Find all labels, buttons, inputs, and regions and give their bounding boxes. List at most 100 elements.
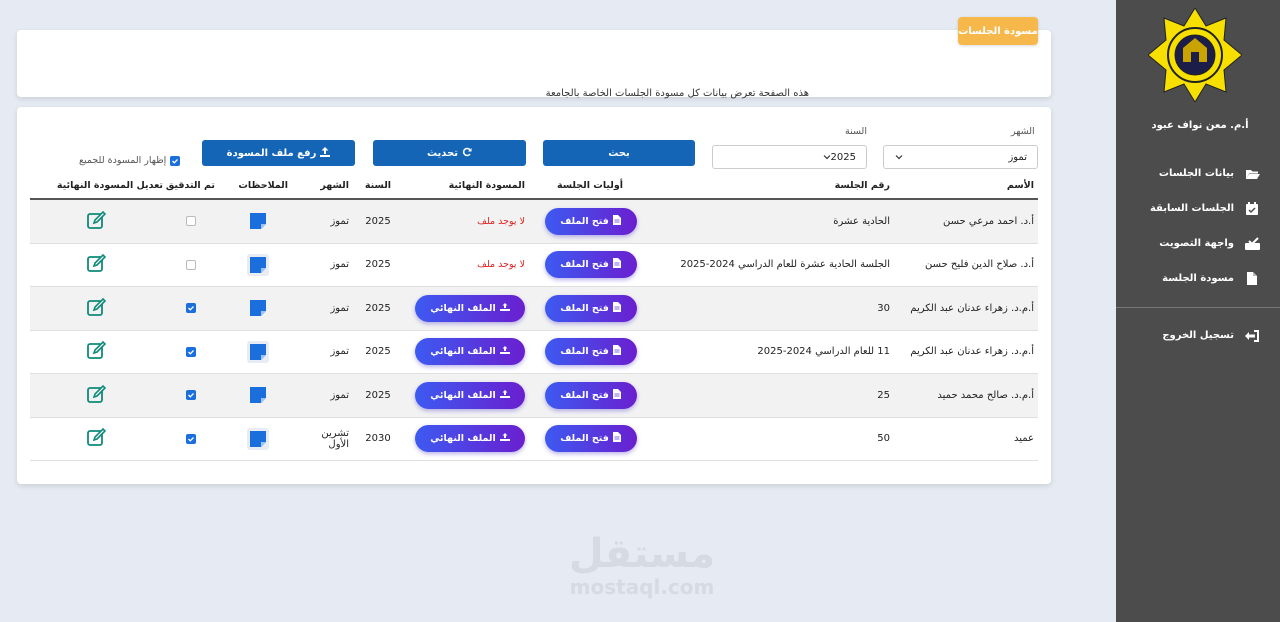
final-file-button[interactable]: الملف النهائي	[415, 294, 525, 322]
open-file-button[interactable]: فتح الملف	[544, 425, 637, 453]
page-title-badge: مسودة الجلسات	[958, 17, 1038, 45]
cell-prelims: فتح الملف	[528, 207, 653, 235]
open-file-button[interactable]: فتح الملف	[544, 207, 637, 235]
cell-edit-final	[30, 253, 163, 276]
drafts-card: الشهر السنة تموز 2025 بحث تحديث رفع ملف …	[17, 107, 1051, 484]
open-file-label: فتح الملف	[560, 302, 609, 314]
file-icon	[1244, 272, 1260, 286]
note-icon[interactable]	[247, 297, 269, 319]
refresh-icon	[462, 147, 472, 160]
document-icon	[612, 258, 621, 271]
note-icon[interactable]	[247, 210, 269, 232]
edit-icon[interactable]	[86, 427, 107, 450]
verified-checkbox[interactable]	[185, 433, 196, 444]
cell-year: 2025	[365, 346, 391, 358]
cell-name: أ.د. احمد مرعي حسن	[942, 215, 1034, 227]
cell-year: 2025	[365, 389, 391, 401]
logout-label: تسجيل الخروج	[1162, 330, 1234, 341]
edit-icon[interactable]	[86, 297, 107, 320]
cell-verified	[163, 303, 218, 314]
year-select[interactable]: 2025	[712, 145, 867, 169]
final-file-button[interactable]: الملف النهائي	[415, 381, 525, 409]
open-file-label: فتح الملف	[560, 389, 609, 401]
final-file-button[interactable]: الملف النهائي	[415, 338, 525, 366]
chevron-down-icon	[894, 152, 904, 162]
edit-icon[interactable]	[86, 210, 107, 233]
upload-button-label: رفع ملف المسودة	[226, 147, 317, 159]
watermark: مستقل mostaql.com	[562, 532, 722, 598]
year-label: السنة	[845, 126, 867, 137]
cell-name: عميد	[1013, 433, 1034, 445]
sidebar-divider	[1116, 307, 1280, 308]
month-select[interactable]: تموز	[883, 145, 1038, 169]
refresh-button[interactable]: تحديث	[373, 140, 526, 166]
verified-checkbox[interactable]	[185, 346, 196, 357]
verified-checkbox[interactable]	[185, 216, 196, 227]
cell-notes	[218, 253, 298, 276]
edit-icon[interactable]	[86, 253, 107, 276]
logout-button[interactable]: تسجيل الخروج	[1116, 318, 1280, 353]
cell-verified	[163, 433, 218, 444]
edit-icon[interactable]	[86, 384, 107, 407]
sidebar-item-session-draft[interactable]: مسودة الجلسة	[1116, 261, 1280, 296]
open-file-label: فتح الملف	[560, 433, 609, 445]
cell-verified	[163, 390, 218, 401]
final-file-label: الملف النهائي	[430, 346, 496, 358]
cell-verified	[163, 216, 218, 227]
open-file-button[interactable]: فتح الملف	[544, 251, 637, 279]
document-icon	[612, 345, 621, 358]
cell-edit-final	[30, 210, 163, 233]
upload-icon	[499, 302, 510, 314]
page-header-card: هذه الصفحة تعرض بيانات كل مسودة الجلسات …	[17, 30, 1051, 99]
note-icon[interactable]	[247, 384, 269, 406]
cell-prelims: فتح الملف	[528, 425, 653, 453]
cell-final-draft: الملف النهائي	[403, 338, 528, 366]
verified-checkbox[interactable]	[185, 259, 196, 270]
cell-notes	[218, 210, 298, 232]
note-icon[interactable]	[247, 253, 269, 276]
cell-year: 2025	[365, 302, 391, 314]
final-file-label: الملف النهائي	[430, 389, 496, 401]
upload-icon	[499, 433, 510, 444]
open-file-button[interactable]: فتح الملف	[544, 294, 637, 322]
table-row: أ.د. احمد مرعي حسن الحادية عشرة فتح الملف ل…	[30, 200, 1038, 244]
open-file-label: فتح الملف	[560, 346, 609, 358]
cell-month: تموز	[330, 215, 349, 227]
show-all-label: إظهار المسودة للجميع	[79, 155, 167, 166]
open-file-button[interactable]: فتح الملف	[544, 381, 637, 409]
edit-icon[interactable]	[86, 340, 107, 363]
show-all-toggle[interactable]: إظهار المسودة للجميع	[79, 155, 181, 166]
cell-year: 2025	[365, 215, 391, 227]
final-file-label: الملف النهائي	[430, 433, 496, 445]
cell-final-draft: لا يوجد ملف	[403, 259, 528, 270]
col-session-number: رقم الجلسة	[834, 179, 890, 191]
sidebar-item-sessions-data[interactable]: بيانات الجلسات	[1116, 156, 1280, 191]
cell-prelims: فتح الملف	[528, 294, 653, 322]
upload-draft-button[interactable]: رفع ملف المسودة	[202, 140, 355, 166]
cell-month: تموز	[330, 302, 349, 314]
table-row: عميد 50 فتح الملف الملف النهائي 2030 تشرين ال…	[30, 418, 1038, 461]
col-month: الشهر	[320, 179, 349, 191]
sidebar-item-voting[interactable]: واجهة التصويت	[1116, 226, 1280, 261]
col-name: الأسم	[1006, 179, 1034, 191]
open-file-button[interactable]: فتح الملف	[544, 338, 637, 366]
table-header: الأسم رقم الجلسة أوليات الجلسة المسودة ا…	[30, 172, 1038, 200]
cell-edit-final	[30, 427, 163, 450]
cell-final-draft: الملف النهائي	[403, 381, 528, 409]
month-select-value: تموز	[1008, 151, 1027, 163]
show-all-checkbox[interactable]	[170, 155, 181, 166]
cell-session-number: الحادية عشرة	[833, 215, 890, 227]
sidebar-item-previous-sessions[interactable]: الجلسات السابقة	[1116, 191, 1280, 226]
search-button[interactable]: بحث	[543, 140, 695, 166]
document-icon	[612, 301, 621, 315]
cell-month: تموز	[330, 259, 349, 271]
final-file-button[interactable]: الملف النهائي	[415, 425, 525, 453]
cell-final-draft: الملف النهائي	[403, 425, 528, 453]
cell-verified	[163, 259, 218, 270]
upload-icon	[499, 389, 510, 401]
open-file-label: فتح الملف	[560, 259, 609, 271]
note-icon[interactable]	[247, 340, 269, 363]
verified-checkbox[interactable]	[185, 390, 196, 401]
verified-checkbox[interactable]	[185, 303, 196, 314]
note-icon[interactable]	[247, 427, 269, 450]
